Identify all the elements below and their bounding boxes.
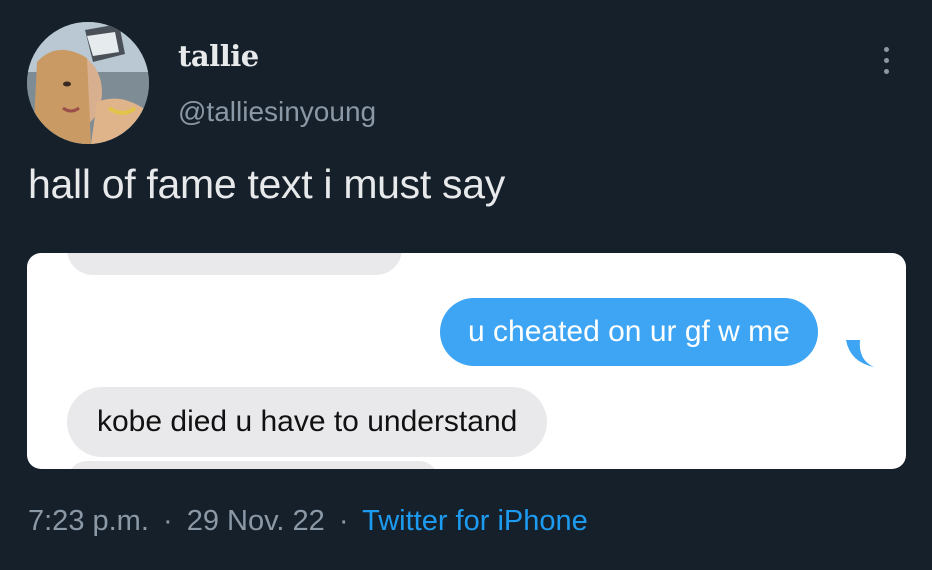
cropped-message-bubble (67, 461, 439, 469)
more-options-icon-dot (883, 57, 889, 63)
cropped-message-text (93, 253, 383, 256)
avatar[interactable] (27, 22, 149, 144)
more-options-icon (883, 46, 889, 52)
metadata-separator: · (162, 505, 173, 537)
tweet-metadata: 7:23 p.m. · 29 Nov. 22 · Twitter for iPh… (28, 502, 588, 540)
tweet-source-link[interactable]: Twitter for iPhone (362, 505, 588, 537)
avatar-photo (27, 22, 149, 144)
more-options-button[interactable] (868, 40, 904, 80)
tweet-time[interactable]: 7:23 p.m. (28, 505, 149, 537)
sent-message-bubble: u cheated on ur gf w me (440, 298, 818, 366)
sent-bubble-tail (846, 340, 874, 367)
tweet-text: hall of fame text i must say (28, 161, 505, 207)
metadata-separator: · (338, 505, 349, 537)
author-handle[interactable]: @talliesinyoung (178, 94, 376, 130)
received-message-bubble: kobe died u have to understand (67, 387, 548, 457)
tweet-media-image[interactable]: u cheated on ur gf w me kobe died u have… (27, 253, 906, 469)
more-options-icon-dot (883, 68, 889, 74)
cropped-message-bubble (67, 253, 402, 275)
tweet-date[interactable]: 29 Nov. 22 (187, 505, 325, 537)
author-display-name[interactable]: tallie (178, 38, 259, 74)
